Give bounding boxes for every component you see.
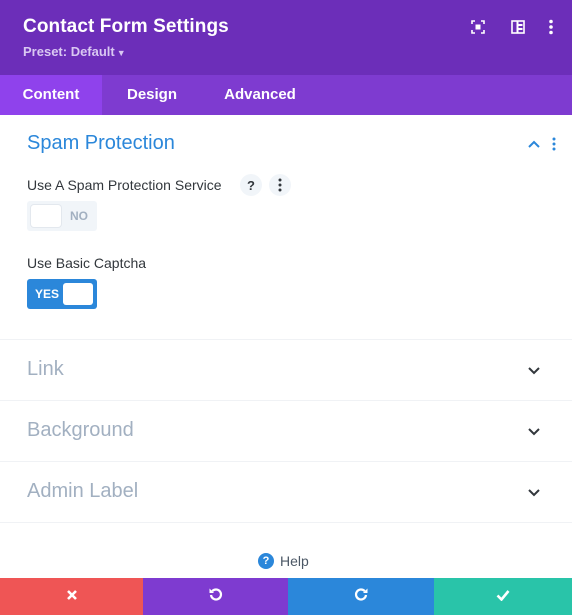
redo-button[interactable]: [288, 578, 434, 615]
section-title-background[interactable]: Background: [27, 419, 134, 442]
tab-content[interactable]: Content: [0, 75, 102, 115]
chevron-down-icon[interactable]: [526, 363, 542, 379]
chevron-down-icon[interactable]: [526, 424, 542, 440]
split-view-icon[interactable]: [508, 17, 528, 37]
close-icon: [66, 588, 78, 606]
modal-title: Contact Form Settings: [23, 16, 229, 37]
preset-dropdown[interactable]: Preset: Default ▼: [23, 44, 126, 59]
section-title-spam-protection[interactable]: Spam Protection: [27, 132, 175, 155]
section-title-link[interactable]: Link: [27, 358, 64, 381]
cancel-button[interactable]: [0, 578, 143, 615]
toggle-state-label: YES: [35, 287, 60, 301]
chevron-up-icon[interactable]: [526, 136, 542, 152]
chevron-down-icon[interactable]: [526, 485, 542, 501]
help-label: Help: [280, 553, 309, 569]
field-options-icon[interactable]: [269, 174, 291, 196]
section-divider: [0, 522, 572, 523]
tab-advanced[interactable]: Advanced: [202, 75, 318, 115]
caret-down-icon: ▼: [116, 48, 126, 58]
preset-label: Preset: Default: [23, 44, 115, 59]
section-more-icon[interactable]: [549, 136, 559, 152]
expand-icon[interactable]: [468, 17, 488, 37]
section-divider: [0, 339, 572, 340]
undo-icon: [208, 586, 224, 607]
section-divider: [0, 461, 572, 462]
undo-button[interactable]: [143, 578, 288, 615]
basic-captcha-toggle[interactable]: YES: [27, 279, 97, 309]
tab-bar: Content Design Advanced: [0, 75, 572, 115]
toggle-state-label: NO: [70, 209, 88, 223]
tab-design[interactable]: Design: [102, 75, 202, 115]
spam-service-toggle[interactable]: NO: [27, 201, 97, 231]
help-circle-icon: ?: [258, 553, 274, 569]
section-divider: [0, 400, 572, 401]
toggle-knob: [31, 205, 61, 227]
toggle-knob: [63, 283, 93, 305]
more-vertical-icon[interactable]: [541, 17, 561, 37]
redo-icon: [353, 586, 369, 607]
field-label-spam-service: Use A Spam Protection Service: [27, 177, 222, 193]
section-title-admin-label[interactable]: Admin Label: [27, 480, 138, 503]
footer-actions: [0, 578, 572, 615]
help-link[interactable]: ? Help: [258, 553, 309, 569]
check-icon: [496, 588, 510, 606]
help-question-icon[interactable]: ?: [240, 174, 262, 196]
field-label-basic-captcha: Use Basic Captcha: [27, 255, 147, 271]
save-button[interactable]: [434, 578, 572, 615]
modal-header: Contact Form Settings Preset: Default ▼: [0, 0, 572, 75]
